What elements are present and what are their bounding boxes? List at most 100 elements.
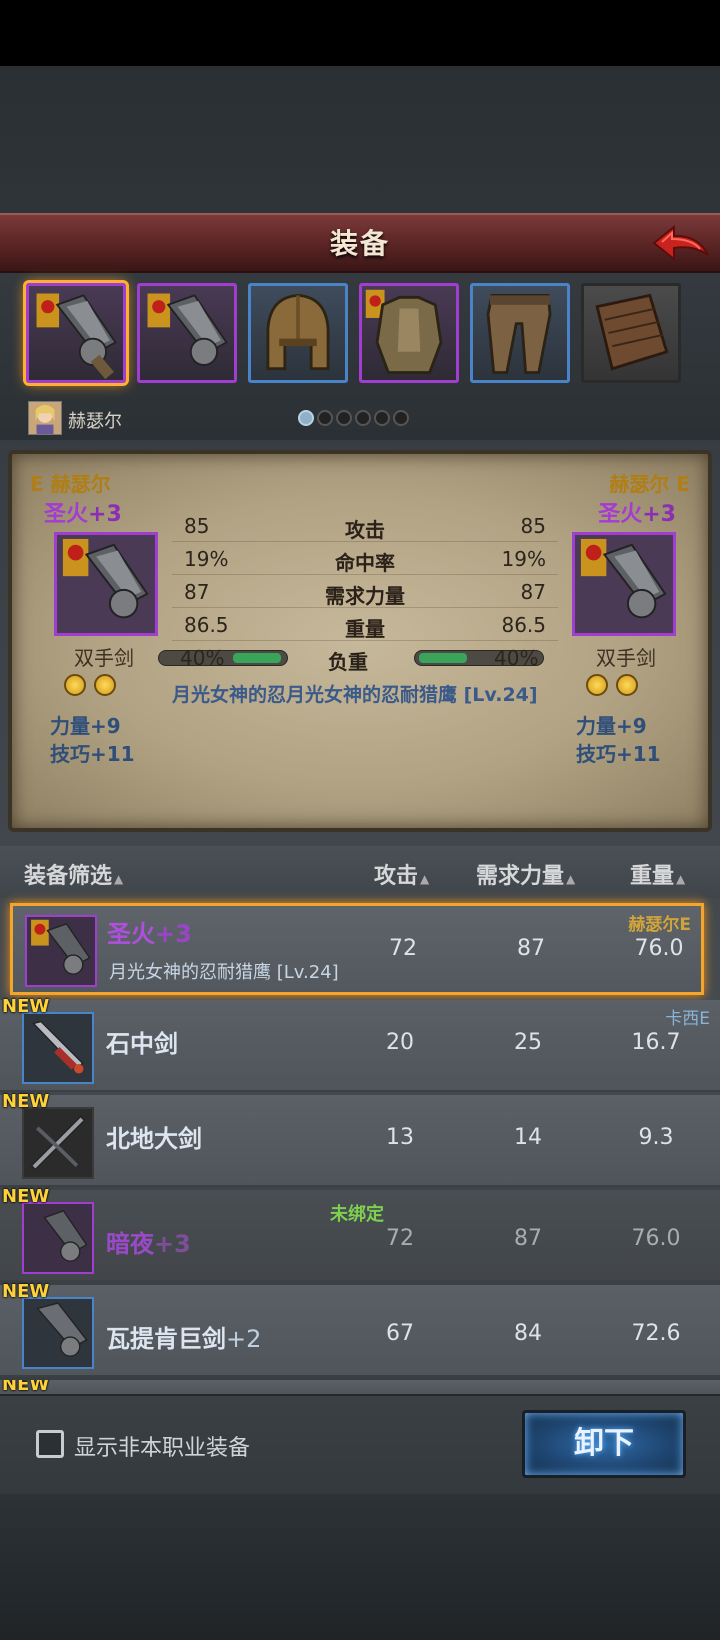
greatsword-icon [147, 293, 228, 366]
page-dot-6[interactable] [393, 410, 409, 426]
equipment-row[interactable]: NEW 石中剑 20 25 16.7 卡西E [0, 996, 720, 1092]
row-item-skill: 月光女神的忍耐猎鹰 [Lv.24] [109, 962, 339, 983]
slot-armor[interactable] [359, 283, 459, 383]
page-dot-3[interactable] [336, 410, 352, 426]
unbound-status: 未绑定 [330, 1204, 384, 1225]
show-other-class-label: 显示非本职业装备 [74, 1436, 251, 1461]
left-item-type: 双手剑 [74, 646, 134, 670]
greatsword-icon [31, 919, 91, 975]
row-weight: 16.7 [631, 1030, 681, 1055]
row-attack: 72 [389, 936, 417, 961]
row-owner: 卡西E [665, 1009, 710, 1029]
weight-column-header[interactable]: 重量 ▲ [630, 858, 685, 890]
left-owner: E 赫瑟尔 [30, 472, 111, 496]
list-header: 装备筛选 ▲ 攻击 ▲ 需求力量 ▲ 重量 ▲ [0, 846, 720, 898]
equipment-row[interactable]: NEW [0, 1380, 720, 1394]
portrait-icon [29, 402, 61, 434]
slot-weapon-off[interactable] [137, 283, 237, 383]
row-weight: 76.0 [631, 1226, 681, 1251]
right-owner: 赫瑟尔 E [609, 472, 690, 496]
page-dot-4[interactable] [355, 410, 371, 426]
row-strength: 14 [514, 1125, 542, 1150]
row-weight: 76.0 [634, 936, 684, 961]
row-item-name: 石中剑 [106, 1030, 178, 1058]
right-load-percent: 40% [494, 646, 539, 670]
greatsword-icon [62, 538, 149, 619]
page-dot-2[interactable] [317, 410, 333, 426]
equipment-row[interactable]: NEW 瓦提肯巨剑+2 67 84 72.6 [0, 1281, 720, 1377]
status-bar-area [0, 0, 720, 66]
unequip-button-label: 卸下 [574, 1426, 634, 1461]
gem-socket-icon [64, 674, 86, 696]
stat-right-value: 86.5 [501, 613, 546, 637]
stat-label: 攻击 [345, 518, 385, 542]
slot-book[interactable] [581, 283, 681, 383]
sword-icon [32, 1020, 84, 1074]
slot-weapon-main[interactable] [23, 280, 129, 386]
greatsword-icon [580, 538, 667, 619]
row-strength: 84 [514, 1321, 542, 1346]
page-dot-1[interactable] [298, 410, 314, 426]
page-dot-5[interactable] [374, 410, 390, 426]
stat-row-required-strength: 87 需求力量 87 [172, 576, 558, 608]
footer-bar: 显示非本职业装备 卸下 [0, 1394, 720, 1494]
left-item-image [54, 532, 158, 636]
row-item-image [22, 1297, 94, 1369]
stat-right-value: 85 [520, 514, 546, 538]
back-arrow-icon [652, 224, 709, 262]
equipment-row[interactable]: 圣火+3 月光女神的忍耐猎鹰 [Lv.24] 72 87 76.0 赫瑟尔E [10, 903, 704, 995]
book-icon [595, 293, 669, 371]
row-item-name: 瓦提肯巨剑+2 [106, 1325, 262, 1353]
stat-row-attack: 85 攻击 85 [172, 510, 558, 542]
hero-name: 赫瑟尔 [68, 411, 122, 432]
right-load-fill [419, 653, 467, 663]
row-weight: 72.6 [631, 1321, 681, 1346]
stat-label: 重量 [345, 617, 385, 641]
row-item-image [25, 915, 97, 987]
slot-helmet[interactable] [248, 283, 348, 383]
row-item-image [22, 1107, 94, 1179]
armor-icon [365, 289, 443, 374]
row-item-name: 圣火+3 [107, 920, 192, 948]
row-attack: 13 [386, 1125, 414, 1150]
row-owner: 赫瑟尔E [628, 915, 691, 935]
right-item-name: 圣火+3 [598, 502, 676, 527]
greatsword-icon [36, 1302, 88, 1357]
header-bar: 装备 [0, 213, 720, 273]
compare-panel: E 赫瑟尔 圣火+3 双手剑 力量+9 技巧+11 赫瑟尔 E 圣火+3 双手剑… [8, 450, 712, 832]
greatsword-icon [43, 1209, 88, 1262]
gem-socket-icon [94, 674, 116, 696]
new-badge: NEW [2, 996, 50, 1017]
equipment-row[interactable]: NEW 未绑定 暗夜+3 72 87 76.0 [0, 1186, 720, 1282]
hero-avatar[interactable] [28, 401, 62, 435]
load-label: 负重 [328, 650, 368, 674]
filter-column-header[interactable]: 装备筛选 ▲ [24, 858, 123, 890]
row-strength: 87 [517, 936, 545, 961]
left-load-fill [233, 653, 281, 663]
new-badge: NEW [2, 1281, 50, 1302]
row-weight: 9.3 [638, 1125, 674, 1150]
slot-pants[interactable] [470, 283, 570, 383]
back-button[interactable] [648, 221, 712, 269]
new-badge: NEW [2, 1186, 50, 1207]
left-bonus-1: 力量+9 [50, 714, 121, 738]
equipment-slots-bar: 赫瑟尔 [0, 273, 720, 440]
stat-right-value: 87 [520, 580, 546, 604]
row-item-image [22, 1202, 94, 1274]
stat-right-value: 19% [501, 547, 546, 571]
left-load-percent: 40% [180, 646, 225, 670]
right-bonus-1: 力量+9 [576, 714, 647, 738]
show-other-class-checkbox[interactable] [36, 1430, 64, 1458]
gem-socket-icon [586, 674, 608, 696]
unequip-button[interactable]: 卸下 [522, 1410, 686, 1478]
strength-column-header[interactable]: 需求力量 ▲ [476, 858, 575, 890]
stat-label: 需求力量 [325, 584, 405, 608]
equipment-row[interactable]: NEW 北地大剑 13 14 9.3 [0, 1091, 720, 1187]
row-item-name: 北地大剑 [106, 1125, 202, 1153]
greatsword-icon [36, 293, 117, 380]
right-item-type: 双手剑 [596, 646, 656, 670]
attack-column-header[interactable]: 攻击 ▲ [374, 858, 429, 890]
page-title: 装备 [329, 227, 390, 260]
row-item-image [22, 1012, 94, 1084]
stat-row-hit-rate: 19% 命中率 19% [172, 543, 558, 575]
